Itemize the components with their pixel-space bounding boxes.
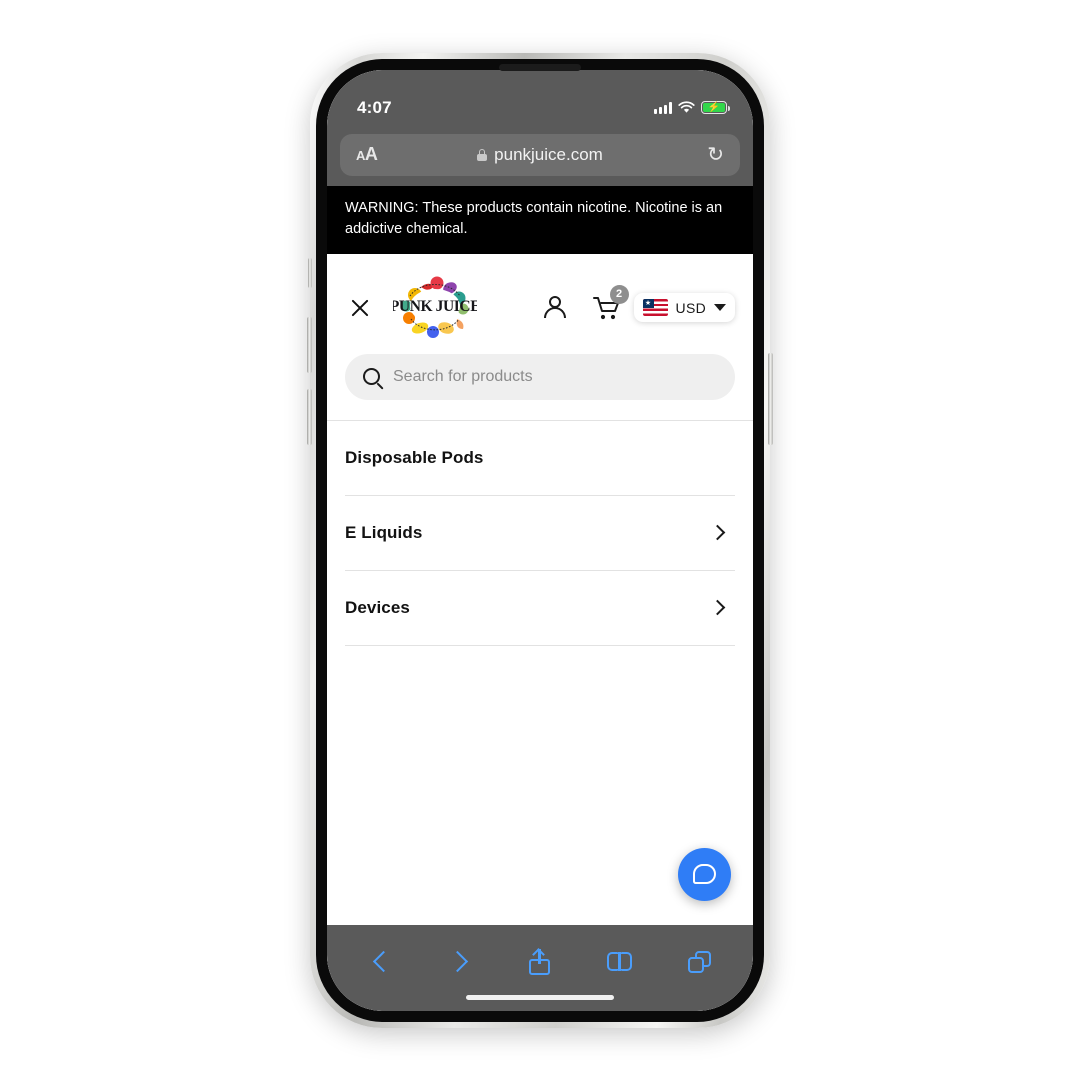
us-flag-icon: ★ xyxy=(642,299,668,317)
safari-top-chrome: 4:07 ⚡ AA punkjuice.com ↻ xyxy=(327,69,753,186)
search-icon xyxy=(363,368,380,386)
volume-down-button[interactable] xyxy=(307,388,312,445)
silence-switch[interactable] xyxy=(308,257,312,288)
forward-button[interactable] xyxy=(440,942,480,982)
menu-item-devices[interactable]: Devices xyxy=(345,571,735,646)
currency-code: USD xyxy=(675,299,706,316)
status-bar: 4:07 ⚡ xyxy=(327,96,753,120)
cart-icon[interactable]: 2 xyxy=(592,284,629,322)
site-header: PUNK JUICE 2 ★ USD xyxy=(327,254,753,344)
earpiece-speaker xyxy=(499,63,581,71)
account-icon[interactable] xyxy=(542,295,568,321)
menu-item-label: E Liquids xyxy=(345,522,423,542)
cart-count-badge: 2 xyxy=(609,284,629,304)
battery-charging-icon: ⚡ xyxy=(701,101,730,114)
back-icon xyxy=(372,950,394,973)
chat-bubble-button[interactable] xyxy=(678,847,731,901)
menu-item-label: Disposable Pods xyxy=(345,447,484,467)
bookmarks-icon xyxy=(607,952,633,971)
share-icon xyxy=(529,947,551,975)
menu-item-label: Devices xyxy=(345,597,410,617)
site-content: PUNK JUICE 2 ★ USD Search for products D… xyxy=(327,253,753,925)
chevron-right-icon xyxy=(709,599,726,616)
nicotine-warning-banner: WARNING: These products contain nicotine… xyxy=(327,185,753,254)
chat-bubble-icon xyxy=(693,864,716,884)
category-menu: Disposable Pods E Liquids Devices xyxy=(327,419,753,646)
chevron-down-icon xyxy=(714,304,726,312)
menu-item-e-liquids[interactable]: E Liquids xyxy=(345,496,735,571)
tabs-icon xyxy=(687,950,711,973)
home-indicator xyxy=(327,985,753,1011)
svg-text:PUNK JUICE: PUNK JUICE xyxy=(393,298,477,315)
phone-screen: 4:07 ⚡ AA punkjuice.com ↻ WARNING: These… xyxy=(327,69,753,1011)
url-text: punkjuice.com xyxy=(494,144,603,164)
lock-icon xyxy=(477,148,488,161)
status-time: 4:07 xyxy=(357,97,392,117)
chevron-right-icon xyxy=(709,524,726,541)
reload-button[interactable]: ↻ xyxy=(707,145,724,165)
close-menu-button[interactable] xyxy=(345,293,375,323)
punkjuice-logo[interactable]: PUNK JUICE xyxy=(390,275,481,341)
wifi-icon xyxy=(678,101,695,113)
volume-up-button[interactable] xyxy=(307,316,312,373)
forward-icon xyxy=(447,950,469,973)
back-button[interactable] xyxy=(361,942,401,982)
text-size-button[interactable]: AA xyxy=(356,144,378,165)
phone-device: 4:07 ⚡ AA punkjuice.com ↻ WARNING: These… xyxy=(307,52,773,1028)
cellular-signal-icon xyxy=(654,101,672,114)
search-row: Search for products xyxy=(327,344,753,420)
power-button[interactable] xyxy=(768,352,773,445)
search-placeholder: Search for products xyxy=(393,367,533,385)
tabs-button[interactable] xyxy=(679,942,719,982)
address-bar[interactable]: AA punkjuice.com ↻ xyxy=(340,133,740,176)
share-button[interactable] xyxy=(520,942,560,982)
safari-bottom-toolbar xyxy=(327,924,753,1011)
currency-selector[interactable]: ★ USD xyxy=(633,293,735,323)
search-input[interactable]: Search for products xyxy=(345,353,735,400)
bookmarks-button[interactable] xyxy=(600,942,640,982)
menu-item-disposable-pods[interactable]: Disposable Pods xyxy=(345,421,735,496)
